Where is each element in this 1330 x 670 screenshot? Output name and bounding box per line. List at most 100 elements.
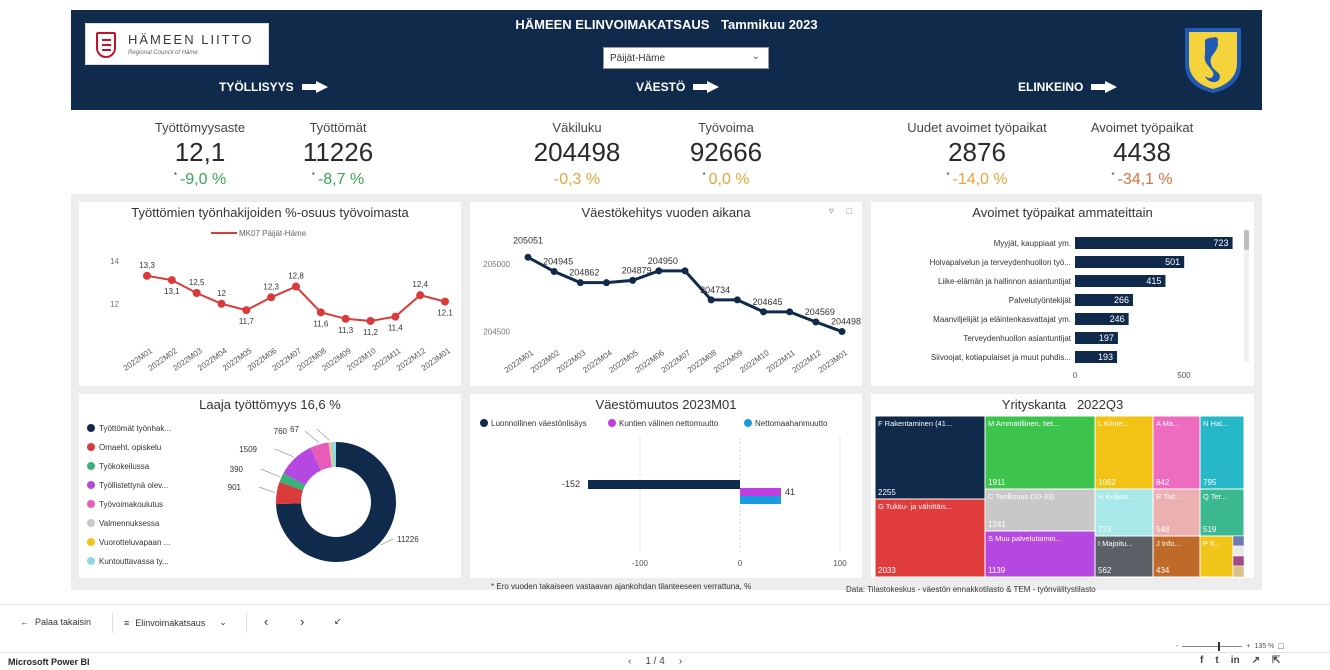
x-tick-label: 500	[1177, 371, 1191, 380]
arrow-right-icon	[693, 81, 720, 93]
kpi-label: Väkiluku	[552, 120, 602, 135]
treemap-category-label: S Muu palvelutoimin...	[988, 534, 1062, 543]
data-point	[242, 306, 251, 315]
fullscreen-icon[interactable]: ⇱	[1272, 655, 1280, 666]
business-stock-treemap: F Rakentaminen (41... 2255 G Tukku- ja väh…	[874, 415, 1245, 578]
kpi-uudet-avoimet-tyopaikat: Uudet avoimet työpaikat 2876 * -14,0 %	[887, 120, 1067, 189]
treemap-value-label: 519	[1203, 525, 1217, 534]
region-slicer[interactable]: Päijät-Häme ⌄	[603, 47, 769, 69]
y-tick-label: 14	[110, 257, 119, 266]
scrollbar-thumb[interactable]	[1244, 230, 1249, 250]
data-label: 204569	[805, 307, 835, 317]
treemap-value-label: 434	[1156, 566, 1170, 575]
nav-button-elinkeino[interactable]: ELINKEINO	[1018, 80, 1118, 94]
report-navigation-bar: ← Palaa takaisin ≡ Elinvoimakatsaus ⌄ ‹ …	[0, 604, 1330, 640]
data-label: 204862	[569, 268, 599, 278]
legend-label: Kuntien välinen nettomuutto	[619, 419, 719, 428]
legend-label: Työkokeilussa	[99, 462, 150, 471]
card-population-change[interactable]: Väestömuutos 2023M01 Luonnollinen väestö…	[470, 394, 862, 578]
report-banner: HÄMEEN LIITTO Regional Council of Häme H…	[71, 10, 1262, 110]
collapse-button[interactable]: ↙	[334, 616, 342, 627]
unemployment-line-chart: MK07 Päijät-Häme 14 12 13,3 13,1 12,5 12 11,7 12…	[110, 229, 453, 373]
bar-value-label: 41	[785, 487, 795, 497]
kpi-change-value: -9,0 %	[179, 171, 227, 188]
zoom-out-button[interactable]: -	[1176, 643, 1178, 650]
kpi-label: Työttömyysaste	[154, 120, 246, 135]
nav-button-tyollisyys[interactable]: TYÖLLISYYS	[219, 80, 328, 94]
data-point	[760, 308, 767, 316]
bar-value-label: 193	[1098, 352, 1113, 362]
next-page-button[interactable]: ›	[300, 614, 304, 629]
kpi-label: Avoimet työpaikat	[1090, 120, 1194, 135]
data-label: 12,1	[437, 309, 453, 318]
kpi-change-value: -8,7 %	[317, 171, 365, 188]
data-point	[143, 271, 151, 280]
pages-dropdown[interactable]: ≡ Elinvoimakatsaus ⌄	[124, 617, 227, 628]
treemap-category-label: C Teollisuus (10-33)	[988, 492, 1055, 501]
report-title-text: HÄMEEN ELINVOIMAKATSAUS	[515, 17, 710, 32]
kpi-label: Uudet avoimet työpaikat	[907, 120, 1047, 135]
legend-label: Työvoimakoulutus	[99, 500, 163, 509]
chevron-left-icon: ‹	[264, 614, 269, 629]
data-point	[366, 316, 375, 325]
legend-marker	[744, 419, 752, 427]
facebook-icon[interactable]: f	[1200, 655, 1203, 666]
chevron-right-icon: ›	[300, 614, 305, 629]
bar	[588, 480, 740, 489]
treemap-category-label: L Kiinte...	[1098, 419, 1129, 428]
card-broad-unemployment[interactable]: Laaja työttömyys 16,6 % Työttömät työnha…	[79, 394, 461, 578]
kpi-value: 2876	[948, 137, 1006, 167]
pages-icon: ≡	[124, 617, 130, 628]
scrollbar[interactable]	[1244, 230, 1249, 362]
back-button[interactable]: ← Palaa takaisin	[20, 617, 91, 627]
data-point	[341, 314, 350, 323]
logo-subtitle: Regional Council of Häme	[128, 50, 198, 56]
treemap-category-label: R Tait...	[1156, 492, 1181, 501]
card-unemployment-rate[interactable]: Työttömien työnhakijoiden %-osuus työvoi…	[79, 202, 461, 386]
twitter-icon[interactable]: t	[1215, 655, 1218, 666]
treemap-category-label: H Kuljetu...	[1098, 492, 1135, 501]
treemap-value-label: 1241	[988, 520, 1006, 529]
previous-page-button[interactable]: ‹	[264, 614, 268, 629]
fit-to-page-icon[interactable]: □	[1278, 641, 1283, 651]
y-tick-label: 205000	[483, 260, 510, 269]
treemap-category-label: N Hal...	[1203, 419, 1228, 428]
card-business-stock[interactable]: Yrityskanta 2022Q3 F Rakentaminen (41...…	[871, 394, 1254, 578]
share-icons: f t in ↗ ⇱	[1200, 655, 1280, 666]
kpi-tyovoima: Työvoima 92666 * 0,0 %	[671, 120, 781, 189]
nav-button-vaesto[interactable]: VÄESTÖ	[636, 80, 720, 94]
footnote-marker: *	[702, 171, 706, 180]
data-label: 11,2	[363, 328, 379, 337]
slice-label: 1509	[239, 445, 257, 454]
data-label: 12,4	[412, 280, 428, 289]
data-point	[217, 299, 226, 308]
category-label: Palvelutyöntekijät	[1009, 296, 1072, 305]
data-point	[441, 297, 449, 306]
page-indicator: 1 / 4	[645, 656, 665, 667]
data-label: 11,4	[388, 324, 404, 333]
data-point	[629, 276, 637, 284]
zoom-slider[interactable]	[1182, 641, 1243, 651]
zoom-level: 135 %	[1254, 642, 1275, 650]
divider	[246, 613, 247, 633]
legend-marker	[87, 424, 95, 432]
data-point	[391, 312, 400, 321]
zoom-in-button[interactable]: +	[1246, 643, 1250, 650]
share-icon[interactable]: ↗	[1252, 655, 1260, 666]
linkedin-icon[interactable]: in	[1231, 655, 1240, 666]
previous-page-arrow-icon[interactable]: ‹	[628, 656, 631, 667]
treemap-cell-small	[1232, 545, 1245, 557]
zoom-slider-thumb[interactable]	[1218, 641, 1221, 651]
data-point	[550, 268, 558, 276]
category-label: Siivoojat, kotiapulaiset ja muut puhdis.…	[931, 353, 1071, 362]
card-vacancies-by-occupation[interactable]: Avoimet työpaikat ammateittain Myyjät, k…	[871, 202, 1254, 386]
bar-value-label: 723	[1214, 238, 1229, 248]
legend-marker	[87, 557, 95, 565]
next-page-arrow-icon[interactable]: ›	[679, 656, 682, 667]
pages-dropdown-label: Elinvoimakatsaus	[135, 617, 206, 628]
card-population-trend[interactable]: Väestökehitys vuoden aikana ▿ □ 205000 20…	[470, 202, 862, 386]
logo-emblem-icon	[96, 32, 116, 58]
treemap-cell-small	[1232, 565, 1245, 578]
bar-value-label: 197	[1099, 333, 1114, 343]
legend-label: Nettomaahanmuutto	[755, 419, 828, 428]
